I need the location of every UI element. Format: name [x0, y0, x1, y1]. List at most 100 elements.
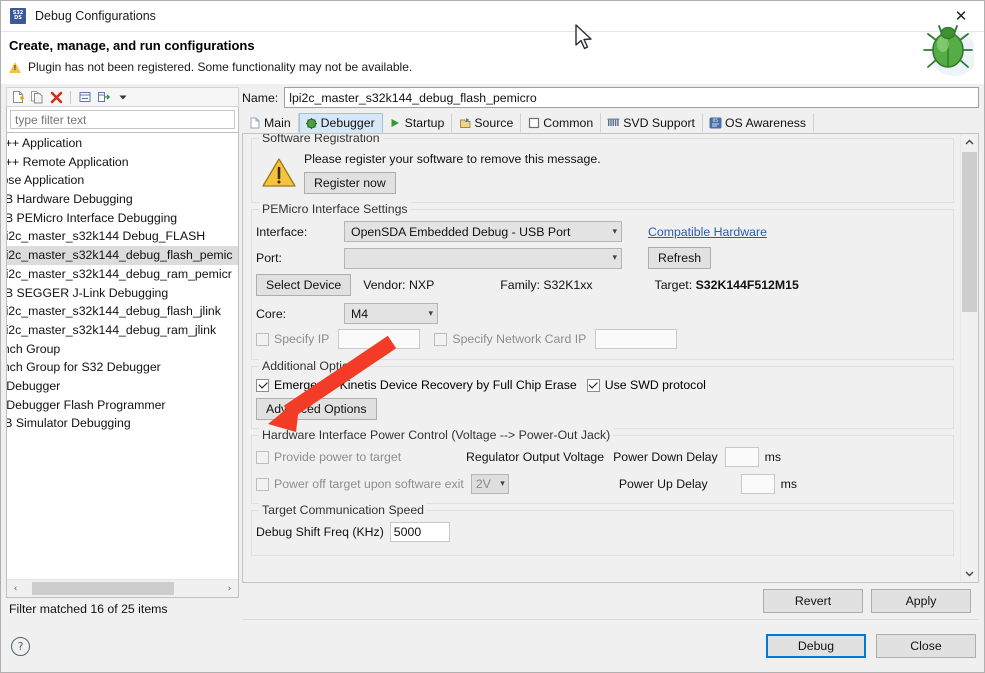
compatible-hardware-link[interactable]: Compatible Hardware [648, 225, 767, 239]
window-title: Debug Configurations [35, 9, 156, 23]
list-item[interactable]: C++ Remote Application [7, 153, 238, 172]
tab-common[interactable]: Common [521, 113, 602, 133]
hscroll-thumb[interactable] [32, 582, 174, 595]
delete-configuration-icon[interactable] [48, 89, 64, 105]
power-down-delay-label: Power Down Delay [613, 450, 718, 464]
register-now-button[interactable]: Register now [304, 172, 396, 194]
specify-ip-input[interactable] [338, 329, 421, 349]
core-row: Core: M4 ▾ [256, 303, 945, 324]
interface-dropdown[interactable]: OpenSDA Embedded Debug - USB Port ▾ [344, 221, 622, 242]
list-item[interactable]: lpi2c_master_s32k144_debug_flash_pemic [7, 246, 238, 265]
use-swd-checkbox[interactable] [586, 378, 600, 392]
vscroll-thumb[interactable] [962, 152, 977, 312]
power-off-row: Power off target upon software exit 2V ▾… [256, 474, 945, 494]
list-item[interactable]: 2 Debugger Flash Programmer [7, 396, 238, 415]
tab-debugger[interactable]: Debugger [298, 113, 383, 133]
hscroll-track[interactable] [24, 580, 221, 597]
list-item[interactable]: DB Hardware Debugging [7, 190, 238, 209]
tab-os-awareness[interactable]: 05 OS Awareness [703, 113, 815, 133]
filter-icon[interactable] [96, 89, 112, 105]
list-item[interactable]: lpi2c_master_s32k144_debug_flash_jlink [7, 302, 238, 321]
warning-triangle-icon [262, 158, 296, 187]
emergency-recovery-checkbox[interactable] [256, 378, 269, 392]
view-menu-chevron-icon[interactable] [115, 89, 131, 105]
options-checkbox-row: Emergency Kinetis Device Recovery by Ful… [256, 378, 945, 392]
list-item[interactable]: AB Simulator Debugging [7, 414, 238, 433]
content-vertical-scrollbar[interactable] [960, 134, 978, 582]
core-dropdown[interactable]: M4 ▾ [344, 303, 438, 324]
target-label: Target: [654, 278, 696, 292]
additional-options-group: Additional Options Emergency Kinetis Dev… [251, 359, 954, 429]
power-off-label: Power off target upon software exit [274, 477, 464, 491]
power-off-checkbox-row[interactable]: Power off target upon software exit [256, 477, 464, 491]
power-down-delay-input[interactable] [724, 447, 759, 467]
list-item[interactable]: lpi2c_master_s32k144_debug_ram_jlink [7, 321, 238, 340]
registration-message: Please register your software to remove … [304, 152, 601, 166]
software-registration-group: Software Registration Please register yo… [251, 134, 954, 203]
chevron-down-icon: ▾ [428, 308, 433, 319]
power-up-delay-input[interactable] [740, 474, 775, 494]
tab-svd-support[interactable]: SVD Support [601, 113, 703, 133]
help-icon[interactable]: ? [11, 636, 30, 656]
list-item[interactable]: lpi2c_master_s32k144_debug_ram_pemicr [7, 265, 238, 284]
additional-options-label: Additional Options [259, 359, 365, 373]
specify-network-card-checkbox[interactable] [434, 332, 448, 346]
collapse-all-icon[interactable] [77, 89, 93, 105]
list-item[interactable]: 2 Debugger [7, 377, 238, 396]
list-item[interactable]: lpi2c_master_s32k144 Debug_FLASH [7, 227, 238, 246]
list-item[interactable]: C++ Application [7, 134, 238, 153]
footer-buttons: Debug Close [766, 634, 976, 658]
tab-label: Startup [404, 116, 445, 130]
scroll-right-icon[interactable]: › [221, 580, 238, 597]
scroll-up-icon[interactable] [961, 134, 978, 151]
list-item[interactable]: unch Group [7, 340, 238, 359]
specify-ip-checkbox-row[interactable]: Specify IP [256, 332, 329, 346]
advanced-options-button[interactable]: Advanced Options [256, 398, 377, 420]
provide-power-checkbox-row[interactable]: Provide power to target [256, 450, 466, 464]
scroll-down-icon[interactable] [961, 565, 978, 582]
pemicro-group-label: PEMicro Interface Settings [259, 202, 411, 216]
target-value: S32K144F512M15 [695, 278, 799, 292]
power-up-unit: ms [780, 477, 798, 491]
duplicate-configuration-icon[interactable] [29, 89, 45, 105]
sidebar-toolbar [6, 87, 239, 107]
communication-speed-label: Target Communication Speed [259, 503, 427, 517]
apply-button[interactable]: Apply [871, 589, 971, 613]
new-configuration-icon[interactable] [10, 89, 26, 105]
list-item[interactable]: unch Group for S32 Debugger [7, 358, 238, 377]
tab-startup[interactable]: Startup [383, 113, 453, 133]
os-icon: 05 [709, 117, 722, 130]
port-dropdown[interactable]: ▾ [344, 247, 622, 269]
source-folder-icon [458, 117, 471, 130]
scroll-left-icon[interactable]: ‹ [7, 580, 24, 597]
emergency-recovery-checkbox-row[interactable]: Emergency Kinetis Device Recovery by Ful… [256, 378, 577, 392]
name-label: Name: [242, 90, 279, 105]
revert-button[interactable]: Revert [763, 589, 863, 613]
list-item[interactable]: lipse Application [7, 171, 238, 190]
power-off-checkbox[interactable] [256, 477, 269, 491]
specify-network-card-checkbox-row[interactable]: Specify Network Card IP [434, 332, 586, 346]
name-input[interactable] [284, 87, 979, 108]
list-horizontal-scrollbar[interactable]: ‹ › [7, 579, 238, 597]
filter-input[interactable] [10, 110, 235, 129]
provide-power-checkbox[interactable] [256, 450, 269, 464]
select-device-button[interactable]: Select Device [256, 274, 352, 296]
voltage-dropdown[interactable]: 2V ▾ [470, 474, 509, 494]
svg-text:05: 05 [712, 118, 718, 124]
shift-freq-input[interactable] [389, 522, 450, 542]
list-item[interactable]: DB PEMicro Interface Debugging [7, 209, 238, 228]
debugger-tab-content: Software Registration Please register yo… [243, 134, 960, 582]
specify-ip-checkbox[interactable] [256, 332, 269, 346]
device-row: Select Device Vendor: NXP Family: S32K1x… [256, 274, 945, 296]
use-swd-checkbox-row[interactable]: Use SWD protocol [586, 378, 706, 392]
registers-icon [607, 117, 620, 130]
list-item[interactable]: DB SEGGER J-Link Debugging [7, 284, 238, 303]
refresh-button[interactable]: Refresh [648, 247, 712, 269]
tab-main[interactable]: Main [242, 113, 299, 133]
specify-network-card-input[interactable] [595, 329, 678, 349]
configurations-list[interactable]: C++ ApplicationC++ Remote Applicationlip… [6, 133, 239, 598]
debug-button[interactable]: Debug [766, 634, 866, 658]
close-button[interactable]: Close [876, 634, 976, 658]
tab-source[interactable]: Source [452, 113, 522, 133]
play-icon [389, 117, 402, 130]
